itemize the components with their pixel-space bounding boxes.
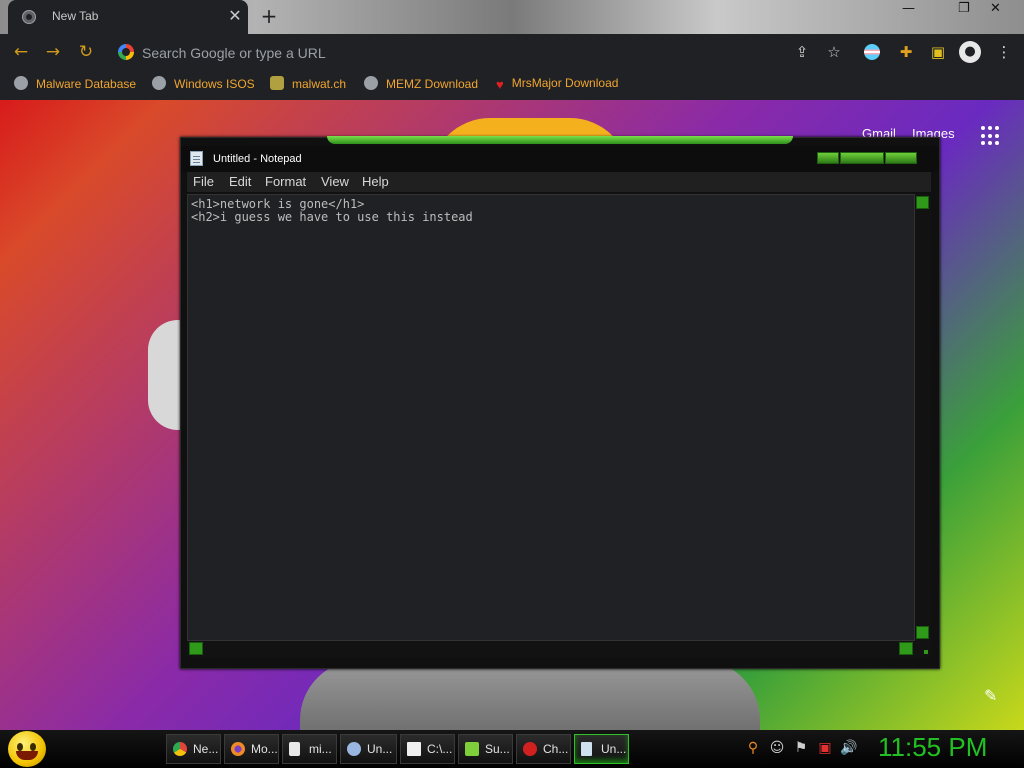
minimize-button[interactable]: —: [902, 1, 915, 16]
taskbar-clock[interactable]: 11:55 PM: [878, 732, 987, 763]
browser-tab[interactable]: New Tab ✕: [8, 0, 248, 34]
background-shoes: [300, 660, 760, 730]
minimize-button[interactable]: [817, 152, 839, 164]
globe-icon: [152, 76, 166, 90]
firefox-icon: [231, 742, 245, 756]
volume-icon[interactable]: 🔊: [840, 740, 858, 756]
bookmark-windows-isos[interactable]: Windows ISOS: [152, 76, 255, 94]
globe-icon: [22, 10, 36, 24]
menu-edit[interactable]: Edit: [229, 174, 251, 189]
scroll-left-arrow-icon[interactable]: [189, 642, 203, 655]
taskbar-item-app[interactable]: Ch...: [516, 734, 571, 764]
bookmark-mrsmajor-download[interactable]: ♥ MrsMajor Download: [496, 76, 618, 94]
menu-bar: File Edit Format View Help: [187, 172, 931, 192]
text-editor-area[interactable]: <h1>network is gone</h1> <h2>i guess we …: [187, 194, 915, 641]
menu-format[interactable]: Format: [265, 174, 306, 189]
person-icon: [270, 76, 284, 90]
kebab-menu-icon[interactable]: ⋮: [994, 43, 1014, 61]
restore-button[interactable]: ❐: [958, 1, 970, 16]
close-button[interactable]: [885, 152, 917, 164]
bookmark-malwatch[interactable]: malwat.ch: [270, 76, 346, 94]
network-disconnected-icon[interactable]: ▣: [816, 740, 834, 756]
taskbar-item-7zip[interactable]: C:\...: [400, 734, 455, 764]
menu-file[interactable]: File: [193, 174, 214, 189]
horizontal-scrollbar[interactable]: [187, 641, 915, 657]
tab-title: New Tab: [52, 9, 99, 23]
vertical-scrollbar[interactable]: [915, 194, 931, 641]
globe-icon: [364, 76, 378, 90]
scroll-up-arrow-icon[interactable]: [916, 196, 929, 209]
notepad-icon: [190, 151, 203, 166]
sidepanel-icon[interactable]: ▣: [928, 43, 948, 61]
paint-icon: [347, 742, 361, 756]
customize-pencil-icon[interactable]: ✎: [984, 686, 997, 705]
emoji-icon[interactable]: ☺: [768, 740, 786, 756]
profile-avatar[interactable]: ●: [959, 41, 981, 63]
bookmarks-bar: Malware Database Windows ISOS malwat.ch …: [0, 70, 1024, 100]
taskbar-item-sumatra[interactable]: Su...: [458, 734, 513, 764]
scroll-right-arrow-icon[interactable]: [899, 642, 913, 655]
window-title: Untitled - Notepad: [213, 153, 302, 165]
taskbar-item-document[interactable]: mi...: [282, 734, 337, 764]
new-tab-button[interactable]: +: [258, 4, 280, 28]
back-arrow-icon[interactable]: ←: [10, 42, 32, 62]
taskbar-item-paint[interactable]: Un...: [340, 734, 397, 764]
text-line: <h1>network is gone</h1>: [191, 197, 365, 211]
google-icon: [118, 44, 134, 60]
forward-arrow-icon[interactable]: →: [42, 42, 64, 62]
notepad-titlebar[interactable]: Untitled - Notepad: [181, 146, 939, 172]
taskbar-item-firefox[interactable]: Mo...: [224, 734, 279, 764]
7zip-icon: [407, 742, 421, 756]
caption-buttons: [817, 152, 919, 164]
tab-close-button[interactable]: ✕: [226, 6, 244, 25]
document-icon: [289, 742, 300, 756]
bookmark-malware-database[interactable]: Malware Database: [14, 76, 136, 94]
app-icon: [523, 742, 537, 756]
sumatra-icon: [465, 742, 479, 756]
search-icon[interactable]: ⚲: [744, 740, 762, 756]
apps-grid-icon[interactable]: [981, 126, 1001, 146]
scroll-down-arrow-icon[interactable]: [916, 626, 929, 639]
heart-icon: ♥: [496, 77, 504, 92]
start-button-smiley-icon[interactable]: [8, 731, 46, 767]
browser-toolbar: ← → ↻ Search Google or type a URL ⇪ ☆ ✚ …: [0, 34, 1024, 70]
resize-grip[interactable]: [915, 641, 931, 657]
menu-help[interactable]: Help: [362, 174, 389, 189]
window-top-glow: [327, 136, 793, 144]
maximize-button[interactable]: [840, 152, 884, 164]
notepad-icon: [581, 742, 592, 756]
menu-view[interactable]: View: [321, 174, 349, 189]
globe-icon: [14, 76, 28, 90]
address-bar-placeholder: Search Google or type a URL: [142, 45, 326, 61]
taskbar-item-notepad[interactable]: Un...: [574, 734, 629, 764]
close-button[interactable]: ✕: [990, 1, 1001, 16]
text-line: <h2>i guess we have to use this instead: [191, 210, 473, 224]
share-icon[interactable]: ⇪: [792, 43, 812, 61]
bookmark-memz-download[interactable]: MEMZ Download: [364, 76, 478, 94]
flag-icon[interactable]: ⚑: [792, 740, 810, 756]
address-bar[interactable]: Search Google or type a URL: [110, 37, 852, 67]
taskbar-item-chrome[interactable]: Ne...: [166, 734, 221, 764]
extension-flag-icon[interactable]: [864, 44, 880, 60]
chrome-icon: [173, 742, 187, 756]
star-icon[interactable]: ☆: [824, 43, 844, 61]
puzzle-icon[interactable]: ✚: [896, 43, 916, 61]
window-controls: — ❐ ✕: [892, 0, 1024, 20]
reload-icon[interactable]: ↻: [75, 42, 97, 62]
notepad-window: Untitled - Notepad File Edit Format View…: [180, 136, 940, 669]
